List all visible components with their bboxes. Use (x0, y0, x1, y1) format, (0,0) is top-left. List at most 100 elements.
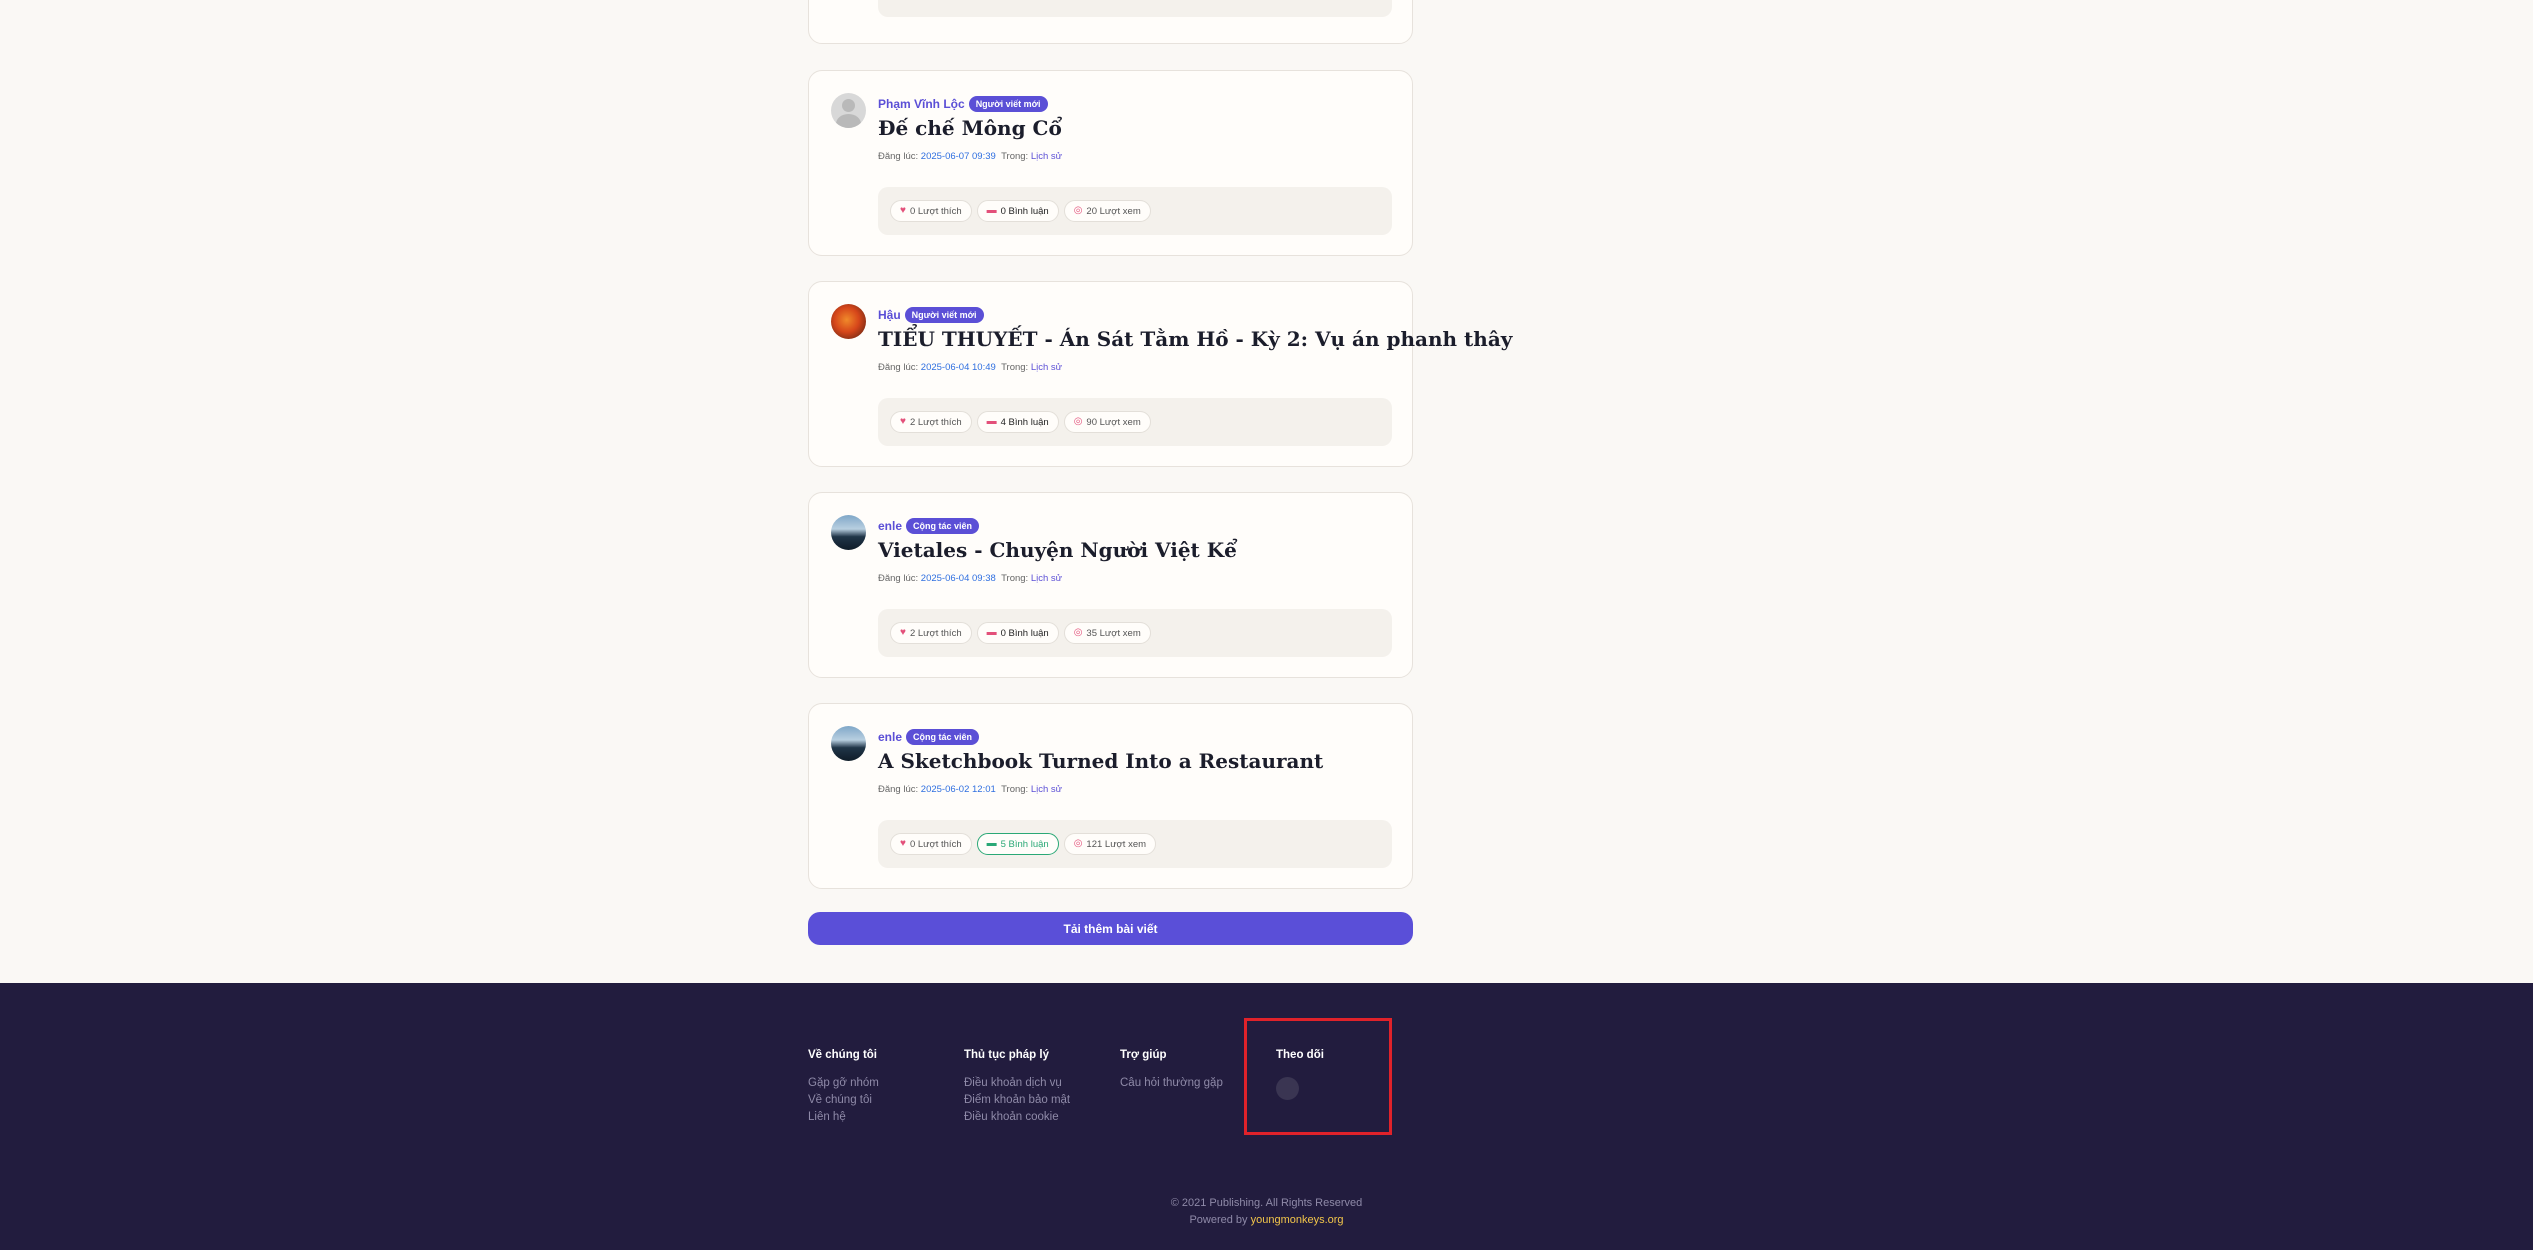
comment-button[interactable]: ▬ 0 Bình luận (976, 200, 1059, 222)
post-date: 2025-06-04 10:49 (920, 362, 996, 373)
post-title[interactable]: Đế chế Mông Cổ (878, 116, 1062, 140)
view-count: 90 Lượt xem (1086, 416, 1141, 428)
post-category-link[interactable]: Lịch sử (1031, 573, 1062, 584)
post-card[interactable]: enle Cộng tác viên A Sketchbook Turned I… (808, 703, 1413, 889)
post-meta: Đăng lúc: 2025-06-04 10:49 Trong: Lịch s… (878, 362, 1062, 373)
footer-link-privacy[interactable]: Điểm khoản bảo mật (964, 1094, 1070, 1106)
category-label: Trong: (1001, 784, 1029, 795)
category-label: Trong: (1001, 151, 1029, 162)
author-avatar[interactable] (831, 93, 866, 128)
eye-icon: ◎ (1073, 627, 1083, 638)
view-count: 20 Lượt xem (1086, 205, 1141, 217)
heart-icon: ♥ (900, 205, 906, 216)
footer-link-faq[interactable]: Câu hỏi thường gặp (1120, 1077, 1223, 1089)
powered-brand-link[interactable]: youngmonkeys.org (1251, 1214, 1344, 1226)
post-meta: Đăng lúc: 2025-06-02 12:01 Trong: Lịch s… (878, 784, 1062, 795)
post-stats: ♥ 0 Lượt thích ▬ 5 Bình luận ◎ 121 Lượt xem (878, 820, 1392, 868)
footer-link-meet-team[interactable]: Gặp gỡ nhóm (808, 1077, 879, 1089)
post-category-link[interactable]: Lịch sử (1031, 784, 1062, 795)
like-count: 2 Lượt thích (909, 627, 962, 639)
author-avatar[interactable] (831, 304, 866, 339)
copyright-text: © 2021 Publishing. All Rights Reserved (1170, 1197, 1363, 1209)
post-title[interactable]: A Sketchbook Turned Into a Restaurant (878, 749, 1323, 773)
post-card-partial[interactable] (808, 0, 1413, 44)
view-count-pill: ◎ 90 Lượt xem (1063, 411, 1151, 433)
comment-button[interactable]: ▬ 0 Bình luận (976, 622, 1059, 644)
eye-icon: ◎ (1073, 838, 1083, 849)
category-label: Trong: (1001, 573, 1029, 584)
post-category-link[interactable]: Lịch sử (1031, 151, 1062, 162)
like-count: 2 Lượt thích (909, 416, 962, 428)
footer-link-terms[interactable]: Điều khoản dịch vụ (964, 1077, 1070, 1089)
view-count: 121 Lượt xem (1086, 838, 1147, 850)
post-date: 2025-06-02 12:01 (920, 784, 996, 795)
comment-count: 4 Bình luận (1000, 416, 1049, 428)
heart-icon: ♥ (900, 838, 906, 849)
posted-label: Đăng lúc: (878, 151, 919, 162)
post-stats: ♥ 2 Lượt thích ▬ 0 Bình luận ◎ 35 Lượt xem (878, 609, 1392, 657)
comment-button[interactable]: ▬ 4 Bình luận (976, 411, 1059, 433)
comment-icon: ▬ (986, 627, 997, 638)
post-card[interactable]: Hậu Người viết mới TIỂU THUYẾT - Án Sát … (808, 281, 1512, 467)
footer-follow-column: Theo dõi (1276, 1049, 1324, 1100)
post-date: 2025-06-07 09:39 (920, 151, 996, 162)
posted-label: Đăng lúc: (878, 362, 919, 373)
heart-icon: ♥ (900, 627, 906, 638)
post-meta: Đăng lúc: 2025-06-07 09:39 Trong: Lịch s… (878, 151, 1062, 162)
copyright: © 2021 Publishing. All Rights Reserved P… (0, 1195, 2533, 1229)
post-stats: ♥ 2 Lượt thích ▬ 4 Bình luận ◎ 90 Lượt xem (878, 398, 1392, 446)
view-count-pill: ◎ 121 Lượt xem (1063, 833, 1157, 855)
author-avatar[interactable] (831, 515, 866, 550)
post-meta: Đăng lúc: 2025-06-04 09:38 Trong: Lịch s… (878, 573, 1062, 584)
load-more-button[interactable]: Tải thêm bài viết (808, 912, 1413, 945)
footer-help-column: Trợ giúp Câu hỏi thường gặp (1120, 1049, 1223, 1094)
author-badge: Cộng tác viên (906, 518, 980, 534)
post-stats: ♥ 0 Lượt thích ▬ 0 Bình luận ◎ 20 Lượt xem (878, 187, 1392, 235)
comment-count: 5 Bình luận (1000, 838, 1049, 850)
post-card[interactable]: Phạm Vĩnh Lộc Người viết mới Đế chế Mông… (808, 70, 1413, 256)
powered-by: Powered by youngmonkeys.org (0, 1212, 2533, 1229)
like-button[interactable]: ♥ 0 Lượt thích (890, 833, 972, 855)
footer-link-about-us[interactable]: Về chúng tôi (808, 1094, 879, 1106)
posted-label: Đăng lúc: (878, 573, 919, 584)
social-icon[interactable] (1276, 1077, 1299, 1100)
footer-link-cookie[interactable]: Điều khoản cookie (964, 1111, 1070, 1123)
comment-count: 0 Bình luận (1000, 205, 1049, 217)
view-count-pill: ◎ 20 Lượt xem (1063, 200, 1151, 222)
author-name[interactable]: Phạm Vĩnh Lộc (878, 97, 965, 111)
category-label: Trong: (1001, 362, 1029, 373)
post-title[interactable]: TIỂU THUYẾT - Án Sát Tằm Hồ - Kỳ 2: Vụ á… (878, 327, 1512, 351)
powered-label: Powered by (1189, 1214, 1248, 1226)
post-card[interactable]: enle Cộng tác viên Vietales - Chuyện Ngư… (808, 492, 1413, 678)
comment-count: 0 Bình luận (1000, 627, 1049, 639)
author-name[interactable]: enle (878, 730, 902, 744)
author-name[interactable]: enle (878, 519, 902, 533)
footer-help-heading: Trợ giúp (1120, 1049, 1167, 1061)
footer-legal-heading: Thủ tục pháp lý (964, 1049, 1049, 1061)
post-category-link[interactable]: Lịch sử (1031, 362, 1062, 373)
comment-icon: ▬ (986, 416, 997, 427)
eye-icon: ◎ (1073, 205, 1083, 216)
like-button[interactable]: ♥ 2 Lượt thích (890, 622, 972, 644)
posted-label: Đăng lúc: (878, 784, 919, 795)
like-button[interactable]: ♥ 2 Lượt thích (890, 411, 972, 433)
view-count: 35 Lượt xem (1086, 627, 1141, 639)
post-stats (878, 0, 1392, 17)
site-footer: Về chúng tôi Gặp gỡ nhóm Về chúng tôi Li… (0, 983, 2533, 1250)
heart-icon: ♥ (900, 416, 906, 427)
footer-legal-column: Thủ tục pháp lý Điều khoản dịch vụ Điểm … (964, 1049, 1070, 1128)
footer-about-heading: Về chúng tôi (808, 1049, 877, 1061)
post-date: 2025-06-04 09:38 (920, 573, 996, 584)
author-badge: Người viết mới (904, 307, 984, 323)
post-title[interactable]: Vietales - Chuyện Người Việt Kể (878, 538, 1237, 562)
like-button[interactable]: ♥ 0 Lượt thích (890, 200, 972, 222)
footer-about-column: Về chúng tôi Gặp gỡ nhóm Về chúng tôi Li… (808, 1049, 879, 1128)
comment-button[interactable]: ▬ 5 Bình luận (976, 833, 1059, 855)
view-count-pill: ◎ 35 Lượt xem (1063, 622, 1151, 644)
author-name[interactable]: Hậu (878, 308, 901, 322)
comment-icon: ▬ (986, 838, 997, 849)
eye-icon: ◎ (1073, 416, 1083, 427)
footer-link-contact[interactable]: Liên hệ (808, 1111, 879, 1123)
author-badge: Cộng tác viên (906, 729, 980, 745)
author-avatar[interactable] (831, 726, 866, 761)
